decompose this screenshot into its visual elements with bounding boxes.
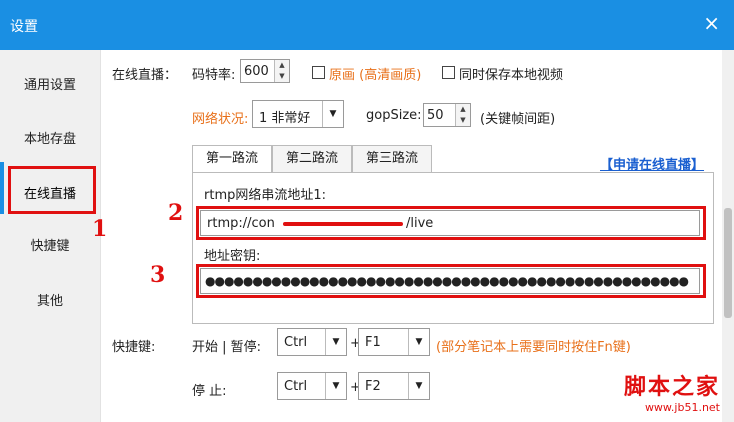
gop-value: 50 (427, 108, 444, 123)
scrollbar-thumb[interactable] (724, 208, 732, 318)
stop-modifier-value: Ctrl (284, 379, 308, 394)
tab-stream-2[interactable]: 第二路流 (272, 145, 352, 172)
spin-arrows-icon[interactable]: ▲ ▼ (455, 104, 470, 126)
bitrate-value: 600 (244, 64, 269, 79)
spin-arrows-icon[interactable]: ▲ ▼ (274, 60, 289, 82)
original-quality-label: 原画 (高清画质) (329, 68, 422, 83)
chevron-down-icon: ▼ (408, 373, 429, 399)
gop-spinbox[interactable]: 50 ▲ ▼ (423, 103, 471, 127)
tab-stream-3[interactable]: 第三路流 (352, 145, 432, 172)
live-section-label: 在线直播： (112, 68, 178, 83)
stop-key-value: F2 (365, 379, 381, 394)
sidebar-item-local-save[interactable]: 本地存盘 (0, 128, 100, 147)
bitrate-label: 码特率: (192, 68, 236, 83)
tab-stream-1[interactable]: 第一路流 (192, 145, 272, 173)
stop-label: 停 止: (192, 384, 227, 399)
chevron-down-icon: ▼ (408, 329, 429, 355)
stop-key-select[interactable]: F2 ▼ (358, 372, 430, 400)
apply-live-link[interactable]: 【申请在线直播】 (600, 154, 704, 173)
network-label: 网络状况: (192, 112, 249, 127)
annotation-number-2: 2 (168, 200, 184, 226)
save-local-label: 同时保存本地视频 (459, 68, 564, 83)
annotation-number-3: 3 (150, 262, 166, 288)
start-pause-label: 开始 | 暂停: (192, 340, 262, 355)
window-title: 设置 (10, 19, 38, 35)
annotation-number-1: 1 (92, 216, 108, 242)
save-local-checkbox[interactable] (442, 66, 455, 79)
network-value: 1 非常好 (259, 111, 311, 126)
fn-key-hint: (部分笔记本上需要同时按住Fn键) (436, 340, 631, 355)
watermark-cn: 脚本之家 (623, 375, 720, 400)
chevron-down-icon: ▼ (322, 101, 343, 127)
sidebar: 通用设置 本地存盘 在线直播 快捷键 其他 (0, 50, 101, 422)
title-bar: 设置 × (0, 0, 734, 50)
start-modifier-select[interactable]: Ctrl ▼ (277, 328, 347, 356)
bitrate-spinbox[interactable]: 600 ▲ ▼ (240, 59, 290, 83)
chevron-down-icon: ▼ (325, 373, 346, 399)
original-quality-checkbox[interactable] (312, 66, 325, 79)
active-indicator (0, 162, 4, 214)
chevron-down-icon: ▼ (325, 329, 346, 355)
sidebar-item-hotkeys[interactable]: 快捷键 (0, 235, 100, 254)
watermark-url: www.jb51.net (644, 401, 720, 414)
start-modifier-value: Ctrl (284, 335, 308, 350)
annotation-box-2 (196, 206, 706, 240)
close-icon[interactable]: × (703, 12, 720, 34)
vertical-scrollbar[interactable] (722, 50, 734, 422)
watermark: 脚本之家 www.jb51.net (624, 369, 720, 414)
annotation-box-3 (196, 264, 706, 298)
sidebar-item-other[interactable]: 其他 (0, 290, 100, 309)
gop-label: gopSize: (366, 108, 422, 123)
start-key-select[interactable]: F1 ▼ (358, 328, 430, 356)
stop-modifier-select[interactable]: Ctrl ▼ (277, 372, 347, 400)
sidebar-item-general[interactable]: 通用设置 (0, 74, 100, 93)
hotkey-section-label: 快捷键: (112, 340, 156, 355)
annotation-box-1 (8, 166, 96, 214)
rtmp-label: rtmp网络串流地址1: (204, 188, 327, 203)
key-label: 地址密钥: (204, 249, 261, 264)
start-key-value: F1 (365, 335, 381, 350)
gop-hint: (关键帧间距) (480, 112, 556, 127)
network-select[interactable]: 1 非常好 ▼ (252, 100, 344, 128)
